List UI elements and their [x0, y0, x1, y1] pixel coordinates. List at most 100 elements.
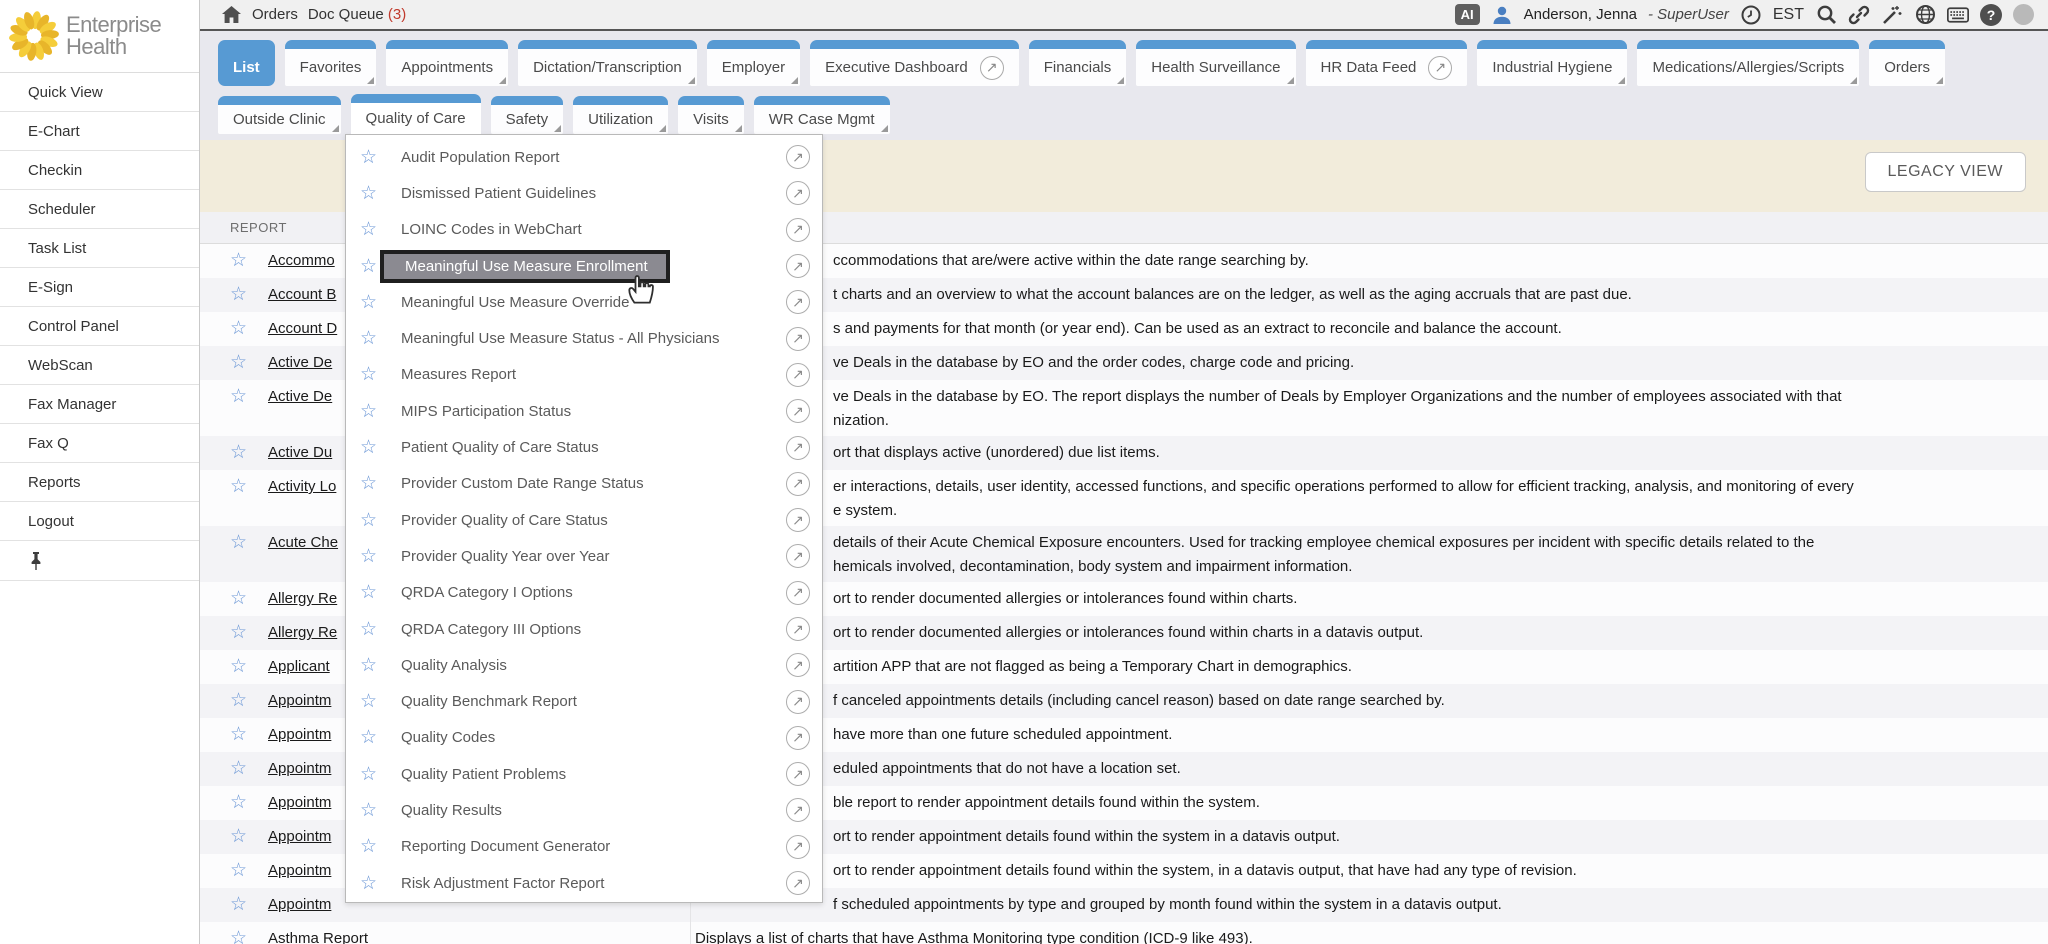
tab-medications-allergies-scripts[interactable]: Medications/Allergies/Scripts: [1637, 40, 1859, 86]
report-link[interactable]: Acute Che: [268, 526, 345, 560]
menu-item-qrda-category-i-options[interactable]: ☆QRDA Category I Options↗: [346, 575, 822, 611]
report-link[interactable]: Appointm: [268, 888, 345, 922]
sidebar-item-webscan[interactable]: WebScan: [0, 346, 199, 385]
favorite-star-icon[interactable]: ☆: [360, 255, 377, 278]
favorite-star-icon[interactable]: ☆: [360, 218, 377, 241]
favorite-star-icon[interactable]: ☆: [230, 244, 268, 278]
favorite-star-icon[interactable]: ☆: [360, 581, 377, 604]
external-link-icon[interactable]: ↗: [980, 56, 1004, 80]
favorite-star-icon[interactable]: ☆: [230, 820, 268, 854]
menu-item-audit-population-report[interactable]: ☆Audit Population Report↗: [346, 139, 822, 175]
sidebar-item-reports[interactable]: Reports: [0, 463, 199, 502]
favorite-star-icon[interactable]: ☆: [360, 291, 377, 314]
menu-item-patient-quality-of-care-status[interactable]: ☆Patient Quality of Care Status↗: [346, 429, 822, 465]
menu-item-label[interactable]: Quality Analysis: [401, 657, 507, 674]
menu-item-label[interactable]: Quality Benchmark Report: [401, 693, 577, 710]
favorite-star-icon[interactable]: ☆: [230, 470, 268, 504]
menu-item-label[interactable]: Quality Patient Problems: [401, 766, 566, 783]
menu-item-label[interactable]: Provider Quality of Care Status: [401, 512, 608, 529]
pin-icon[interactable]: [28, 551, 44, 571]
open-in-new-window-icon[interactable]: ↗: [786, 399, 810, 423]
sidebar-item-task-list[interactable]: Task List: [0, 229, 199, 268]
tab-visits[interactable]: Visits: [678, 96, 744, 134]
favorite-star-icon[interactable]: ☆: [360, 726, 377, 749]
help-icon[interactable]: ?: [1980, 4, 2002, 26]
tab-industrial-hygiene[interactable]: Industrial Hygiene: [1477, 40, 1627, 86]
menu-item-label[interactable]: LOINC Codes in WebChart: [401, 221, 582, 238]
report-link[interactable]: Allergy Re: [268, 582, 345, 616]
tab-utilization[interactable]: Utilization: [573, 96, 668, 134]
report-link[interactable]: Activity Lo: [268, 470, 345, 504]
sidebar-item-scheduler[interactable]: Scheduler: [0, 190, 199, 229]
globe-icon[interactable]: [1914, 4, 1936, 26]
report-link[interactable]: Asthma Report: [268, 922, 345, 944]
menu-item-label[interactable]: Reporting Document Generator: [401, 838, 610, 855]
search-icon[interactable]: [1815, 4, 1837, 26]
menu-item-label[interactable]: Meaningful Use Measure Status - All Phys…: [401, 330, 719, 347]
report-link[interactable]: Applicant: [268, 650, 345, 684]
open-in-new-window-icon[interactable]: ↗: [786, 363, 810, 387]
open-in-new-window-icon[interactable]: ↗: [786, 690, 810, 714]
favorite-star-icon[interactable]: ☆: [230, 616, 268, 650]
report-link[interactable]: Account B: [268, 278, 345, 312]
report-link[interactable]: Appointm: [268, 718, 345, 752]
report-link[interactable]: Account D: [268, 312, 345, 346]
report-link[interactable]: Active De: [268, 346, 345, 380]
favorite-star-icon[interactable]: ☆: [360, 835, 377, 858]
open-in-new-window-icon[interactable]: ↗: [786, 436, 810, 460]
favorite-star-icon[interactable]: ☆: [230, 582, 268, 616]
wand-icon[interactable]: [1881, 4, 1903, 26]
favorite-star-icon[interactable]: ☆: [360, 763, 377, 786]
favorite-star-icon[interactable]: ☆: [230, 752, 268, 786]
favorite-star-icon[interactable]: ☆: [230, 436, 268, 470]
report-link[interactable]: Appointm: [268, 854, 345, 888]
sidebar-item-quick-view[interactable]: Quick View: [0, 73, 199, 112]
sidebar-item-logout[interactable]: Logout: [0, 502, 199, 541]
open-in-new-window-icon[interactable]: ↗: [786, 835, 810, 859]
menu-item-label[interactable]: QRDA Category I Options: [401, 584, 573, 601]
menu-item-label[interactable]: Audit Population Report: [401, 149, 559, 166]
menu-item-mips-participation-status[interactable]: ☆MIPS Participation Status↗: [346, 393, 822, 429]
menu-item-measures-report[interactable]: ☆Measures Report↗: [346, 357, 822, 393]
open-in-new-window-icon[interactable]: ↗: [786, 290, 810, 314]
sidebar-item-e-sign[interactable]: E-Sign: [0, 268, 199, 307]
home-icon[interactable]: [220, 4, 242, 26]
tab-safety[interactable]: Safety: [491, 96, 564, 134]
menu-item-meaningful-use-measure-status-all-physicians[interactable]: ☆ Meaningful Use Measure Status - All Phy…: [346, 320, 822, 356]
favorite-star-icon[interactable]: ☆: [360, 872, 377, 895]
menu-item-label[interactable]: Meaningful Use Measure Enrollment: [380, 250, 670, 283]
clock-icon[interactable]: [1740, 4, 1762, 26]
favorite-star-icon[interactable]: ☆: [360, 327, 377, 350]
favorite-star-icon[interactable]: ☆: [230, 922, 268, 944]
menu-item-meaningful-use-measure-override[interactable]: ☆Meaningful Use Measure Override↗: [346, 284, 822, 320]
favorite-star-icon[interactable]: ☆: [360, 146, 377, 169]
favorite-star-icon[interactable]: ☆: [360, 400, 377, 423]
open-in-new-window-icon[interactable]: ↗: [786, 653, 810, 677]
user-name[interactable]: Anderson, Jenna: [1524, 6, 1637, 23]
report-link[interactable]: Accommo: [268, 244, 345, 278]
favorite-star-icon[interactable]: ☆: [360, 436, 377, 459]
tab-outside-clinic[interactable]: Outside Clinic: [218, 96, 341, 134]
tab-quality-of-care[interactable]: Quality of Care: [351, 94, 481, 134]
menu-item-provider-quality-of-care-status[interactable]: ☆Provider Quality of Care Status↗: [346, 502, 822, 538]
menu-item-risk-adjustment-factor-report[interactable]: ☆Risk Adjustment Factor Report↗: [346, 865, 822, 901]
report-link[interactable]: Appointm: [268, 786, 345, 820]
menu-item-quality-patient-problems[interactable]: ☆Quality Patient Problems↗: [346, 756, 822, 792]
menu-item-label[interactable]: Risk Adjustment Factor Report: [401, 875, 604, 892]
open-in-new-window-icon[interactable]: ↗: [786, 181, 810, 205]
tab-executive-dashboard[interactable]: Executive Dashboard↗: [810, 40, 1019, 86]
menu-item-quality-results[interactable]: ☆Quality Results↗: [346, 792, 822, 828]
breadcrumb-orders[interactable]: Orders: [252, 6, 298, 23]
favorite-star-icon[interactable]: ☆: [230, 278, 268, 312]
sidebar-item-checkin[interactable]: Checkin: [0, 151, 199, 190]
report-link[interactable]: Active De: [268, 380, 345, 414]
menu-item-label[interactable]: Quality Results: [401, 802, 502, 819]
open-in-new-window-icon[interactable]: ↗: [786, 544, 810, 568]
favorite-star-icon[interactable]: ☆: [230, 718, 268, 752]
tab-orders[interactable]: Orders: [1869, 40, 1945, 86]
favorite-star-icon[interactable]: ☆: [230, 526, 268, 560]
menu-item-provider-custom-date-range-status[interactable]: ☆Provider Custom Date Range Status↗: [346, 466, 822, 502]
favorite-star-icon[interactable]: ☆: [360, 654, 377, 677]
favorite-star-icon[interactable]: ☆: [230, 888, 268, 922]
menu-item-label[interactable]: Provider Quality Year over Year: [401, 548, 609, 565]
